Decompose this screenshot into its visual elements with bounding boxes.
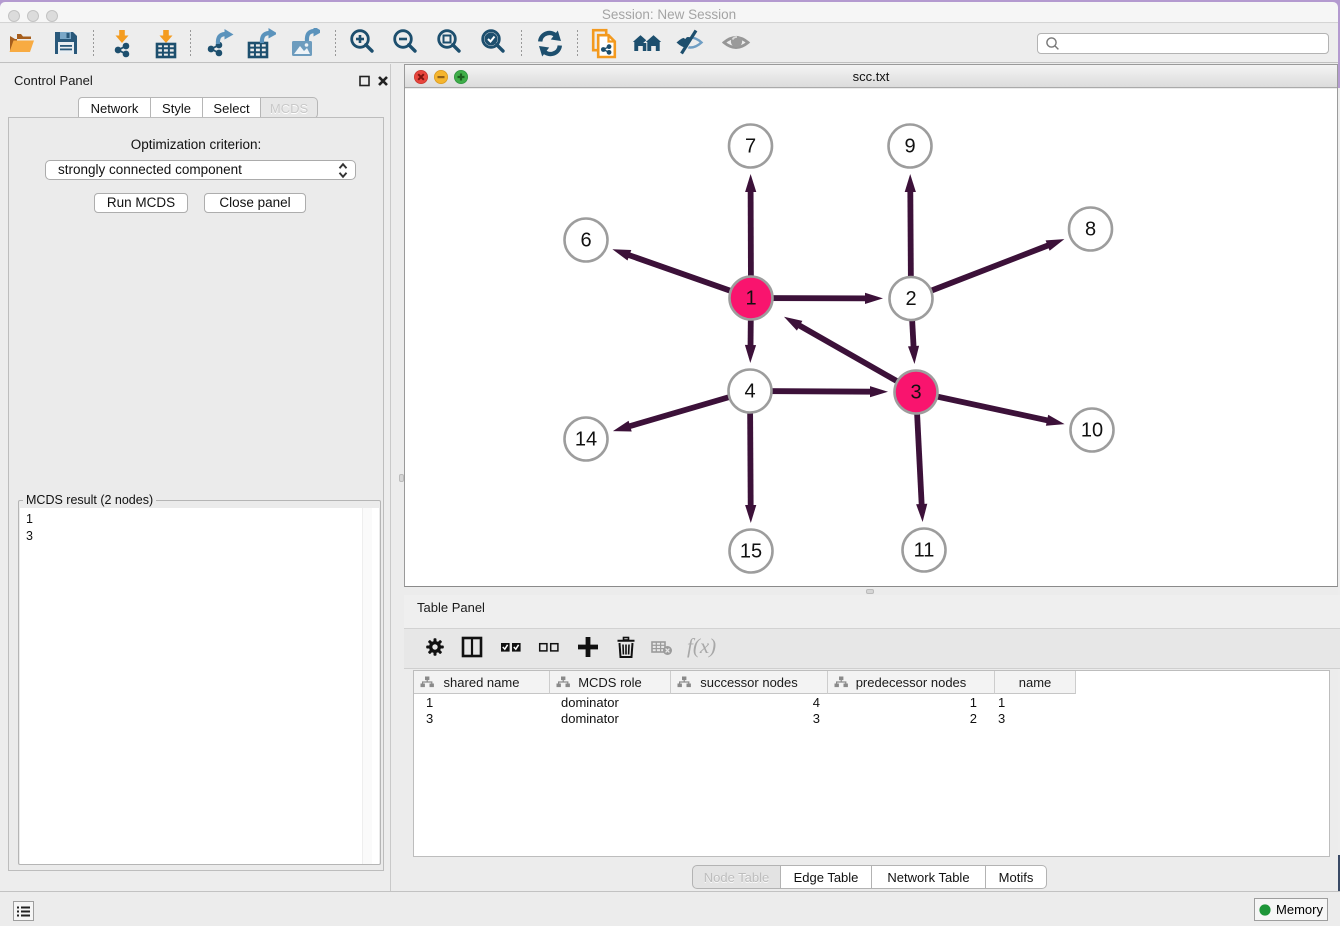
svg-text:9: 9 — [904, 136, 915, 158]
svg-text:3: 3 — [910, 382, 921, 404]
svg-text:4: 4 — [744, 381, 755, 403]
svg-text:7: 7 — [745, 136, 756, 158]
svg-text:6: 6 — [580, 230, 591, 252]
svg-text:15: 15 — [740, 541, 762, 563]
svg-text:2: 2 — [905, 288, 916, 310]
svg-text:14: 14 — [575, 429, 597, 451]
svg-text:8: 8 — [1085, 219, 1096, 241]
svg-text:11: 11 — [914, 540, 935, 562]
svg-text:10: 10 — [1081, 420, 1103, 442]
svg-text:1: 1 — [745, 288, 756, 310]
